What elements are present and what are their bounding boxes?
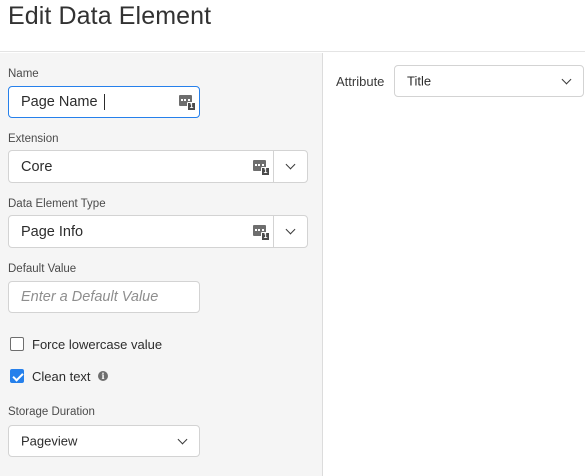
name-value: Page Name — [21, 94, 98, 110]
force-lowercase-checkbox[interactable] — [10, 337, 24, 351]
extension-label: Extension — [8, 133, 59, 145]
default-value-placeholder: Enter a Default Value — [21, 289, 159, 305]
attribute-value: Title — [407, 73, 432, 89]
name-field[interactable]: Page Name 1 — [8, 86, 200, 118]
storage-duration-select[interactable]: Pageview — [8, 425, 200, 457]
default-value-label: Default Value — [8, 263, 77, 275]
text-caret — [104, 94, 105, 110]
chevron-down-icon — [561, 74, 572, 85]
clean-text-checkbox[interactable] — [10, 369, 24, 383]
data-element-type-label: Data Element Type — [8, 198, 106, 210]
force-lowercase-label[interactable]: Force lowercase value — [32, 337, 162, 352]
name-label: Name — [8, 68, 39, 80]
data-element-type-select[interactable]: Page Info 1 — [8, 215, 308, 248]
extension-select[interactable]: Core 1 — [8, 150, 308, 183]
attribute-label: Attribute — [336, 74, 385, 89]
page-title: Edit Data Element — [8, 2, 212, 30]
left-panel: Name Page Name 1 Extension Core 1 Data E… — [0, 53, 323, 476]
extension-value: Core — [21, 158, 53, 175]
default-value-input[interactable]: Enter a Default Value — [8, 281, 200, 313]
clean-text-label[interactable]: Clean text — [32, 369, 91, 384]
chevron-down-icon — [285, 159, 296, 170]
data-element-type-dropdown-button[interactable] — [273, 216, 307, 247]
header: Edit Data Element — [0, 0, 585, 52]
data-element-type-value: Page Info — [21, 223, 84, 240]
storage-duration-label: Storage Duration — [8, 406, 95, 418]
right-panel: Attribute Title — [324, 53, 585, 476]
attribute-select[interactable]: Title — [394, 65, 584, 97]
chevron-down-icon — [177, 434, 188, 445]
storage-duration-value: Pageview — [21, 433, 78, 449]
chevron-down-icon — [285, 224, 296, 235]
data-element-picker-icon[interactable]: 1 — [179, 94, 196, 111]
info-icon[interactable]: i — [98, 371, 108, 381]
data-element-picker-icon[interactable]: 1 — [253, 224, 270, 241]
data-element-picker-icon[interactable]: 1 — [253, 159, 270, 176]
extension-dropdown-button[interactable] — [273, 151, 307, 182]
